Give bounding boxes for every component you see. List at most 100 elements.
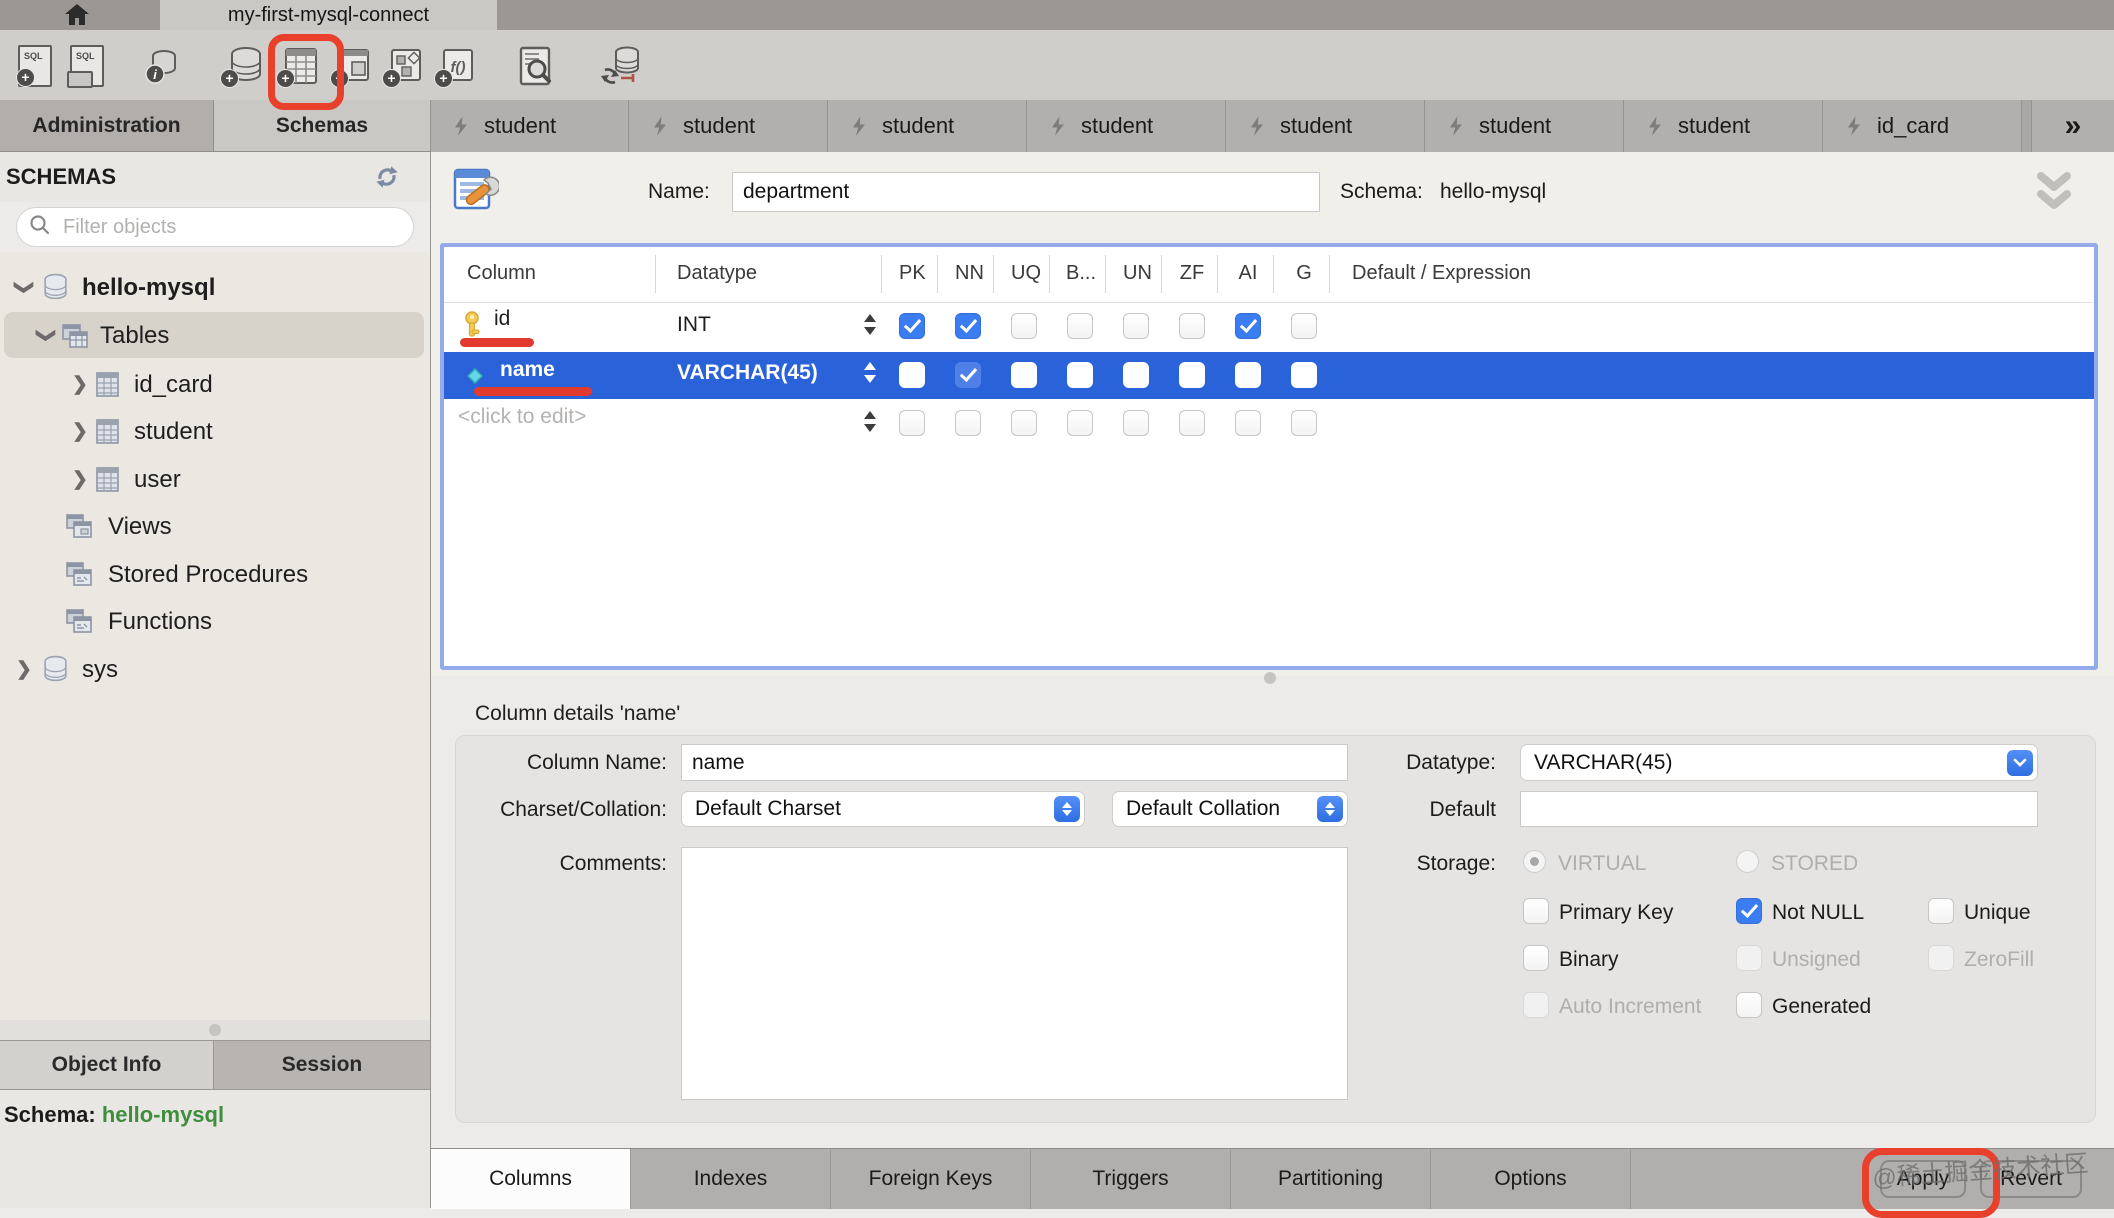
- checkbox-ai[interactable]: [1235, 313, 1261, 339]
- grid-row-id[interactable]: id INT: [444, 302, 2094, 352]
- editor-tab-id-card[interactable]: id_card: [1823, 100, 2022, 152]
- editor-tab-student-3[interactable]: student: [828, 100, 1027, 152]
- checkbox-pk[interactable]: [899, 362, 925, 388]
- col-header-datatype[interactable]: Datatype: [677, 262, 757, 285]
- tree-item-student[interactable]: ❯ student: [0, 408, 430, 455]
- checkbox-g[interactable]: [1291, 410, 1317, 436]
- table-name-input[interactable]: [732, 172, 1320, 212]
- checkbox-b[interactable]: [1067, 313, 1093, 339]
- checkbox-zf[interactable]: [1179, 410, 1205, 436]
- editor-tab-student-1[interactable]: student: [430, 100, 629, 152]
- column-name-cell[interactable]: name: [500, 358, 555, 382]
- col-header-g[interactable]: G: [1291, 262, 1317, 285]
- checkbox-nn[interactable]: [955, 410, 981, 436]
- checkbox-b[interactable]: [1067, 410, 1093, 436]
- datatype-stepper-icon[interactable]: [862, 411, 878, 432]
- charset-select[interactable]: Default Charset: [681, 791, 1085, 827]
- bottom-tab-indexes[interactable]: Indexes: [631, 1149, 831, 1209]
- checkbox-un[interactable]: [1123, 362, 1149, 388]
- tree-item-user[interactable]: ❯ user: [0, 456, 430, 503]
- checkbox-nn[interactable]: [955, 313, 981, 339]
- bottom-tab-foreign-keys[interactable]: Foreign Keys: [831, 1149, 1031, 1209]
- connection-tab[interactable]: my-first-mysql-connect: [160, 0, 497, 30]
- editor-tab-student-5[interactable]: student: [1226, 100, 1425, 152]
- comments-textarea[interactable]: [681, 847, 1348, 1100]
- checkbox-auto-increment[interactable]: [1523, 992, 1549, 1018]
- checkbox-zf[interactable]: [1179, 362, 1205, 388]
- col-header-b[interactable]: B...: [1065, 262, 1097, 285]
- sidebar-tab-object-info[interactable]: Object Info: [0, 1040, 214, 1090]
- tree-item-tables[interactable]: ❯ Tables: [0, 312, 430, 359]
- col-header-pk[interactable]: PK: [899, 262, 925, 285]
- checkbox-ai[interactable]: [1235, 410, 1261, 436]
- checkbox-un[interactable]: [1123, 410, 1149, 436]
- editor-tab-student-6[interactable]: student: [1425, 100, 1624, 152]
- inspector-info-icon[interactable]: i: [138, 42, 186, 90]
- bottom-tab-triggers[interactable]: Triggers: [1031, 1149, 1231, 1209]
- col-header-ai[interactable]: AI: [1235, 262, 1261, 285]
- chevron-right-icon[interactable]: ❯: [72, 373, 88, 396]
- tree-item-id-card[interactable]: ❯ id_card: [0, 361, 430, 408]
- col-header-un[interactable]: UN: [1123, 262, 1149, 285]
- editor-splitter-handle[interactable]: [1264, 672, 1276, 684]
- checkbox-zerofill[interactable]: [1928, 945, 1954, 971]
- create-function-icon[interactable]: f() +: [434, 42, 482, 90]
- chevron-right-icon[interactable]: ❯: [16, 658, 32, 681]
- editor-tab-student-4[interactable]: student: [1027, 100, 1226, 152]
- tab-overflow-button[interactable]: »: [2031, 100, 2114, 152]
- sidebar-tab-schemas[interactable]: Schemas: [214, 100, 430, 152]
- open-sql-file-icon[interactable]: SQL: [63, 42, 111, 90]
- default-input[interactable]: [1520, 791, 2038, 827]
- bottom-tab-partitioning[interactable]: Partitioning: [1231, 1149, 1431, 1209]
- radio-stored[interactable]: [1736, 850, 1759, 873]
- refresh-icon[interactable]: [372, 162, 402, 197]
- checkbox-unique[interactable]: [1928, 898, 1954, 924]
- datatype-stepper-icon[interactable]: [862, 314, 878, 335]
- datatype-cell[interactable]: VARCHAR(45): [677, 361, 818, 385]
- col-header-nn[interactable]: NN: [955, 262, 981, 285]
- checkbox-uq[interactable]: [1011, 410, 1037, 436]
- editor-tab-student-7[interactable]: student: [1624, 100, 1823, 152]
- sidebar-tab-administration[interactable]: Administration: [0, 100, 214, 152]
- new-column-placeholder[interactable]: <click to edit>: [458, 405, 586, 429]
- create-procedure-icon[interactable]: +: [382, 42, 430, 90]
- double-chevron-down-icon[interactable]: [2032, 168, 2076, 225]
- checkbox-g[interactable]: [1291, 313, 1317, 339]
- chevron-down-icon[interactable]: ❯: [34, 328, 57, 344]
- tree-item-sys[interactable]: ❯ sys: [0, 646, 430, 693]
- grid-row-name-selected[interactable]: name VARCHAR(45): [444, 352, 2094, 399]
- new-sql-tab-icon[interactable]: SQL+: [11, 42, 59, 90]
- bottom-tab-options[interactable]: Options: [1431, 1149, 1631, 1209]
- column-name-cell[interactable]: id: [494, 307, 510, 331]
- col-header-default[interactable]: Default / Expression: [1352, 262, 1531, 285]
- checkbox-ai[interactable]: [1235, 362, 1261, 388]
- col-header-zf[interactable]: ZF: [1179, 262, 1205, 285]
- checkbox-primary-key[interactable]: [1523, 898, 1549, 924]
- sidebar-tab-session[interactable]: Session: [214, 1040, 430, 1090]
- datatype-cell[interactable]: INT: [677, 313, 711, 337]
- column-name-input[interactable]: [681, 744, 1348, 781]
- checkbox-un[interactable]: [1123, 313, 1149, 339]
- checkbox-generated[interactable]: [1736, 992, 1762, 1018]
- datatype-combo[interactable]: VARCHAR(45): [1520, 744, 2038, 781]
- checkbox-pk[interactable]: [899, 410, 925, 436]
- create-schema-icon[interactable]: +: [220, 42, 268, 90]
- sidebar-splitter[interactable]: [0, 1020, 430, 1040]
- search-data-icon[interactable]: [512, 42, 560, 90]
- checkbox-b[interactable]: [1067, 362, 1093, 388]
- reconnect-dbms-icon[interactable]: [596, 42, 644, 90]
- tree-item-hello-mysql[interactable]: ❯ hello-mysql: [0, 264, 430, 311]
- checkbox-zf[interactable]: [1179, 313, 1205, 339]
- create-table-icon[interactable]: +: [276, 42, 324, 90]
- create-view-icon[interactable]: +: [330, 42, 378, 90]
- tree-item-stored-procedures[interactable]: Stored Procedures: [0, 551, 430, 598]
- col-header-uq[interactable]: UQ: [1011, 262, 1037, 285]
- checkbox-nn[interactable]: [955, 362, 981, 388]
- checkbox-uq[interactable]: [1011, 313, 1037, 339]
- grid-row-new[interactable]: <click to edit>: [444, 399, 2094, 449]
- checkbox-binary[interactable]: [1523, 945, 1549, 971]
- tree-item-views[interactable]: Views: [0, 503, 430, 550]
- checkbox-g[interactable]: [1291, 362, 1317, 388]
- checkbox-not-null[interactable]: [1736, 898, 1762, 924]
- checkbox-pk[interactable]: [899, 313, 925, 339]
